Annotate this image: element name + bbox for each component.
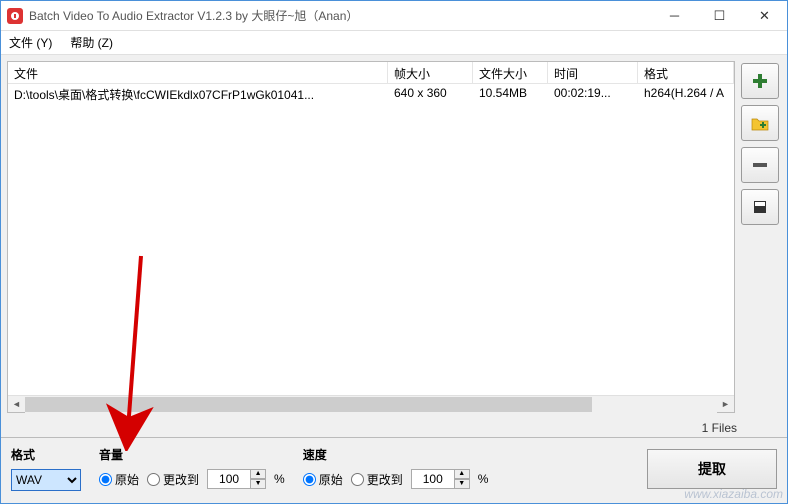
- window-title: Batch Video To Audio Extractor V1.2.3 by…: [29, 7, 652, 24]
- volume-change-radio[interactable]: 更改到: [147, 471, 199, 488]
- clear-icon: [751, 198, 769, 216]
- volume-original-radio[interactable]: 原始: [99, 471, 139, 488]
- volume-label: 音量: [99, 446, 285, 463]
- table-header: 文件 帧大小 文件大小 时间 格式: [8, 62, 734, 84]
- th-format[interactable]: 格式: [638, 62, 734, 83]
- th-file[interactable]: 文件: [8, 62, 388, 83]
- side-toolbar: [741, 61, 781, 413]
- th-file-size[interactable]: 文件大小: [473, 62, 548, 83]
- titlebar: Batch Video To Audio Extractor V1.2.3 by…: [1, 1, 787, 31]
- cell-file: D:\tools\桌面\格式转换\fcCWIEkdlx07CFrP1wGk010…: [8, 84, 388, 104]
- speed-spinner[interactable]: ▲▼: [411, 469, 470, 489]
- cell-file-size: 10.54MB: [473, 84, 548, 104]
- folder-plus-icon: [751, 114, 769, 132]
- volume-value[interactable]: [207, 469, 251, 489]
- speed-group: 速度 原始 更改到 ▲▼ %: [303, 446, 489, 489]
- percent-label: %: [274, 472, 285, 486]
- bottom-panel: 格式 WAV 音量 原始 更改到 ▲▼ % 速度 原始: [1, 437, 787, 503]
- table-row[interactable]: D:\tools\桌面\格式转换\fcCWIEkdlx07CFrP1wGk010…: [8, 84, 734, 104]
- cell-time: 00:02:19...: [548, 84, 638, 104]
- volume-down[interactable]: ▼: [250, 479, 266, 489]
- clear-button[interactable]: [741, 189, 779, 225]
- cell-format: h264(H.264 / A: [638, 84, 734, 104]
- speed-label: 速度: [303, 446, 489, 463]
- format-label: 格式: [11, 446, 81, 463]
- volume-up[interactable]: ▲: [250, 469, 266, 479]
- scroll-left-icon[interactable]: ◄: [8, 396, 25, 413]
- minimize-button[interactable]: ─: [652, 1, 697, 30]
- speed-original-radio[interactable]: 原始: [303, 471, 343, 488]
- files-count: 1 Files: [702, 421, 737, 435]
- volume-group: 音量 原始 更改到 ▲▼ %: [99, 446, 285, 489]
- format-select[interactable]: WAV: [11, 469, 81, 491]
- file-table: 文件 帧大小 文件大小 时间 格式 D:\tools\桌面\格式转换\fcCWI…: [7, 61, 735, 413]
- add-file-button[interactable]: [741, 63, 779, 99]
- horizontal-scrollbar[interactable]: ◄ ►: [8, 395, 734, 412]
- scroll-right-icon[interactable]: ►: [717, 396, 734, 413]
- speed-change-radio[interactable]: 更改到: [351, 471, 403, 488]
- add-folder-button[interactable]: [741, 105, 779, 141]
- percent-label-2: %: [478, 472, 489, 486]
- speed-up[interactable]: ▲: [454, 469, 470, 479]
- minus-icon: [751, 156, 769, 174]
- app-icon: [7, 8, 23, 24]
- format-group: 格式 WAV: [11, 446, 81, 491]
- extract-button[interactable]: 提取: [647, 449, 777, 489]
- close-button[interactable]: ✕: [742, 1, 787, 30]
- th-time[interactable]: 时间: [548, 62, 638, 83]
- speed-down[interactable]: ▼: [454, 479, 470, 489]
- menubar: 文件 (Y) 帮助 (Z): [1, 31, 787, 55]
- speed-value[interactable]: [411, 469, 455, 489]
- plus-icon: [751, 72, 769, 90]
- th-frame-size[interactable]: 帧大小: [388, 62, 473, 83]
- maximize-button[interactable]: ☐: [697, 1, 742, 30]
- status-bar: 1 Files: [1, 419, 787, 437]
- scroll-thumb[interactable]: [25, 397, 592, 412]
- menu-help[interactable]: 帮助 (Z): [70, 34, 113, 51]
- remove-button[interactable]: [741, 147, 779, 183]
- menu-file[interactable]: 文件 (Y): [9, 34, 52, 51]
- volume-spinner[interactable]: ▲▼: [207, 469, 266, 489]
- cell-frame-size: 640 x 360: [388, 84, 473, 104]
